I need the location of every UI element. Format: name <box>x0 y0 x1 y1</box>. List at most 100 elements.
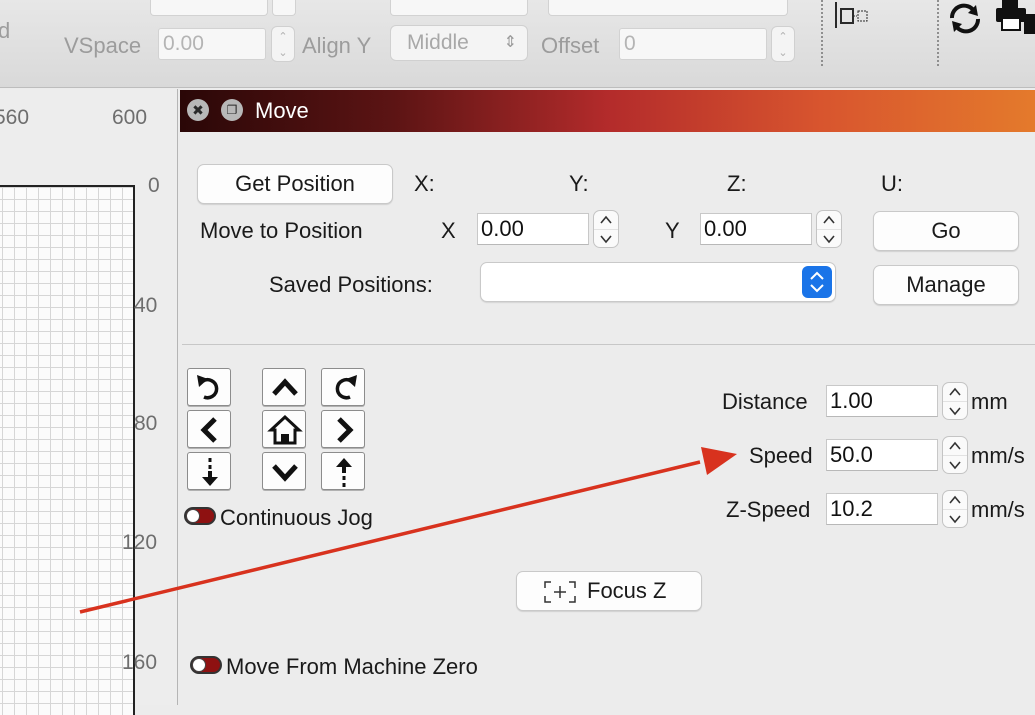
panel-title: Move <box>255 98 309 123</box>
x-label: X <box>441 218 456 243</box>
z-down-icon <box>202 458 218 486</box>
offset-stepper[interactable]: ⌃ ⌄ <box>771 26 795 62</box>
distance-label: Distance <box>722 389 808 414</box>
rotate-ccw-button[interactable] <box>187 368 231 406</box>
align-y-label: Align Y <box>302 33 372 58</box>
axis-x-label: X: <box>414 171 435 196</box>
chevron-up-icon[interactable] <box>943 383 967 401</box>
arrow-left-icon <box>200 417 217 443</box>
chevron-down-icon[interactable] <box>943 455 967 473</box>
toolbar-select-partial[interactable] <box>390 0 528 16</box>
vspace-label: VSpace <box>64 33 142 58</box>
chevron-down-icon[interactable] <box>943 401 967 419</box>
chevron-updown-icon[interactable] <box>802 266 832 298</box>
toolbar-field-partial-2[interactable] <box>548 0 788 16</box>
jog-down-button[interactable] <box>262 452 306 490</box>
chevron-updown-icon: ⇕ <box>503 34 517 51</box>
chevron-down-icon[interactable] <box>594 229 618 247</box>
ruler-left-tick: 120 <box>122 531 158 554</box>
align-y-select[interactable]: Middle ⇕ <box>390 25 528 61</box>
toggle-knob <box>186 509 200 523</box>
ruler-top-tick: 600 <box>112 106 148 129</box>
section-divider <box>182 344 1035 345</box>
arrow-up-icon <box>272 378 298 396</box>
ruler-left-tick: 80 <box>134 412 158 435</box>
chevron-up-icon[interactable] <box>943 437 967 455</box>
distance-stepper[interactable] <box>942 382 968 420</box>
chevron-up-icon[interactable] <box>594 211 618 229</box>
axis-u-label: U: <box>881 171 903 196</box>
rotate-cw-icon <box>335 375 357 400</box>
home-icon <box>267 414 303 445</box>
ruler-left-tick: 0 <box>148 174 160 197</box>
y-position-input[interactable]: 0.00 <box>700 213 812 245</box>
toggle-knob <box>192 658 206 672</box>
move-from-machine-zero-label: Move From Machine Zero <box>226 654 478 679</box>
go-button[interactable]: Go <box>873 211 1019 251</box>
manage-button[interactable]: Manage <box>873 265 1019 305</box>
continuous-jog-label: Continuous Jog <box>220 505 373 530</box>
jog-right-button[interactable] <box>321 410 365 448</box>
axis-y-label: Y: <box>569 171 589 196</box>
rotate-refresh-icon[interactable] <box>947 2 983 34</box>
speed-label: Speed <box>749 443 813 468</box>
toolbar-field-partial[interactable] <box>150 0 268 16</box>
printer-icon[interactable] <box>994 0 1035 36</box>
toolbar: d VSpace 0.00 ⌃ ⌄ Align Y Middle ⇕ Offset… <box>0 0 1035 88</box>
speed-unit: mm/s <box>971 443 1025 468</box>
chevron-up-icon[interactable] <box>817 211 841 229</box>
distance-input[interactable]: 1.00 <box>826 385 938 417</box>
z-speed-stepper[interactable] <box>942 490 968 528</box>
chevron-down-icon[interactable] <box>943 509 967 527</box>
z-up-icon <box>336 458 352 487</box>
toolbar-partial-label: d <box>0 18 11 43</box>
speed-stepper[interactable] <box>942 436 968 474</box>
vspace-stepper[interactable]: ⌃ ⌄ <box>271 26 295 62</box>
z-speed-input[interactable]: 10.2 <box>826 493 938 525</box>
move-from-machine-zero-toggle[interactable] <box>190 656 222 674</box>
move-to-position-label: Move to Position <box>200 218 363 243</box>
jog-z-down-button[interactable] <box>187 452 231 490</box>
get-position-button[interactable]: Get Position <box>197 164 393 204</box>
vspace-input[interactable]: 0.00 <box>158 28 266 60</box>
move-panel-titlebar[interactable]: ✖ ❐ Move <box>180 90 1035 132</box>
ruler-top-tick: 560 <box>0 106 30 129</box>
offset-input[interactable]: 0 <box>619 28 767 60</box>
z-speed-unit: mm/s <box>971 497 1025 522</box>
saved-positions-select[interactable] <box>480 262 836 302</box>
ruler-left-tick: 40 <box>134 294 158 317</box>
focus-z-label: Focus Z <box>587 578 667 603</box>
workspace-grid[interactable] <box>0 185 135 715</box>
ruler-left-tick: 160 <box>122 651 158 674</box>
z-speed-label: Z-Speed <box>726 497 811 522</box>
focus-target-icon <box>544 581 576 603</box>
focus-z-button[interactable]: Focus Z <box>516 571 702 611</box>
jog-up-button[interactable] <box>262 368 306 406</box>
jog-left-button[interactable] <box>187 410 231 448</box>
home-button[interactable] <box>262 410 306 448</box>
align-icon[interactable] <box>833 0 869 30</box>
y-label: Y <box>665 218 680 243</box>
close-icon[interactable]: ✖ <box>187 99 209 121</box>
distance-unit: mm <box>971 389 1008 414</box>
continuous-jog-toggle[interactable] <box>184 507 216 525</box>
x-position-input[interactable]: 0.00 <box>477 213 589 245</box>
jog-z-up-button[interactable] <box>321 452 365 490</box>
x-position-stepper[interactable] <box>593 210 619 248</box>
speed-input[interactable]: 50.0 <box>826 439 938 471</box>
toolbar-stepper-partial[interactable] <box>272 0 296 16</box>
arrow-right-icon <box>337 417 354 443</box>
axis-z-label: Z: <box>727 171 747 196</box>
saved-positions-label: Saved Positions: <box>269 272 433 297</box>
offset-label: Offset <box>541 33 600 58</box>
chevron-down-icon[interactable] <box>817 229 841 247</box>
rotate-cw-button[interactable] <box>321 368 365 406</box>
toolbar-separator <box>821 0 823 66</box>
y-position-stepper[interactable] <box>816 210 842 248</box>
rotate-ccw-icon <box>197 375 219 400</box>
align-y-value: Middle <box>407 31 469 54</box>
chevron-up-icon[interactable] <box>943 491 967 509</box>
toolbar-separator-2 <box>937 0 939 66</box>
float-window-icon[interactable]: ❐ <box>221 99 243 121</box>
arrow-down-icon <box>272 464 298 482</box>
